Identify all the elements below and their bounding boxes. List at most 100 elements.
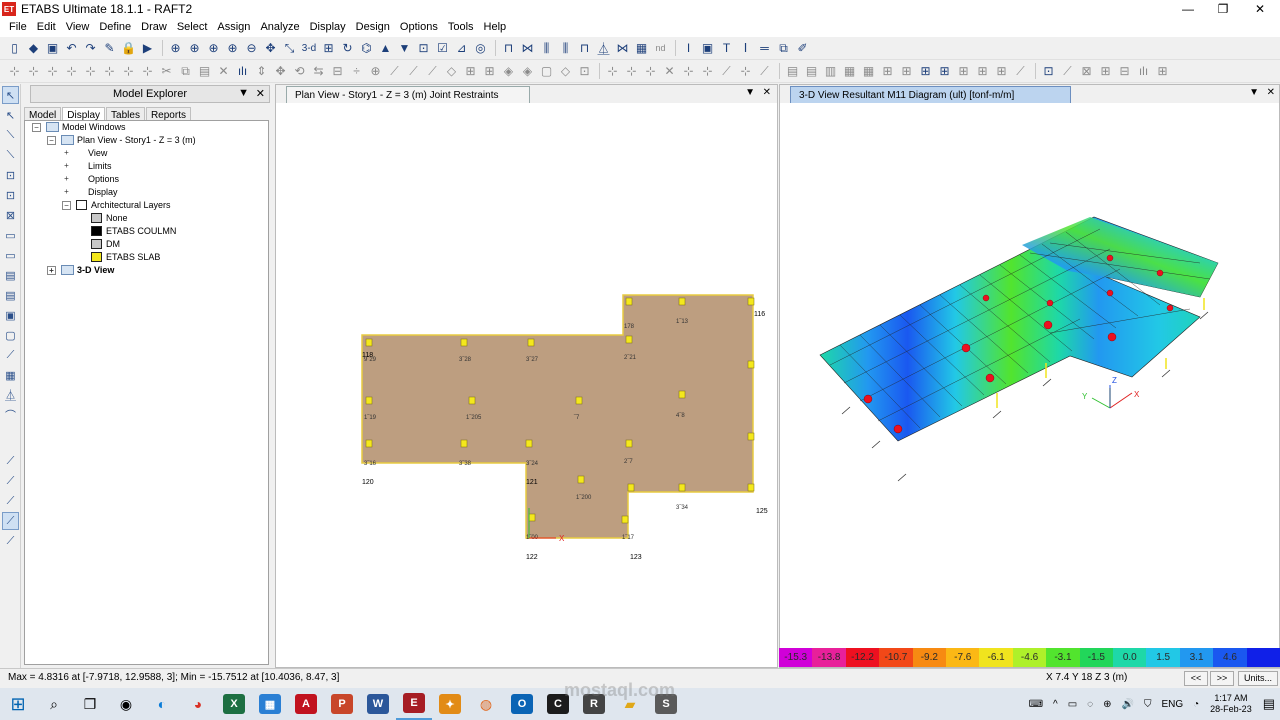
explorer-close-icon[interactable]: ✕ <box>256 87 265 100</box>
tree-node-layer-slab[interactable]: ETABS SLAB <box>91 252 160 262</box>
open-icon[interactable]: ◆ <box>25 40 42 57</box>
extend-icon[interactable]: ⟋ <box>386 63 403 80</box>
run-analysis-icon[interactable]: ▶ <box>139 40 156 57</box>
grid-icon[interactable]: ▦ <box>633 40 650 57</box>
copy-view-icon[interactable]: ⧉ <box>775 40 792 57</box>
draw-floor-tool-icon[interactable]: ▭ <box>2 226 19 244</box>
column-icon[interactable]: ⫼ <box>538 40 555 57</box>
menu-file[interactable]: File <box>4 18 32 37</box>
beam-icon[interactable]: ⫼ <box>557 40 574 57</box>
keyboard-icon[interactable]: ⌨ <box>1029 699 1043 710</box>
area-icon[interactable]: ⊞ <box>481 63 498 80</box>
close-button[interactable]: ✕ <box>1242 0 1278 18</box>
search-icon[interactable]: ⌕ <box>36 688 72 720</box>
save-icon[interactable]: ▣ <box>44 40 61 57</box>
powerpoint-icon[interactable]: P <box>324 688 360 720</box>
collapse-icon[interactable]: − <box>62 200 71 210</box>
snap-mid-icon[interactable]: ⊹ <box>623 63 640 80</box>
menu-tools[interactable]: Tools <box>443 18 479 37</box>
plan-view-window[interactable]: Plan View - Story1 - Z = 3 (m) Joint Res… <box>275 84 778 668</box>
snap-toggle-tool-icon[interactable]: ⟋ <box>2 512 19 530</box>
draw-area-icon[interactable]: ⊹ <box>44 63 61 80</box>
3d-pin-icon[interactable]: ▼ <box>1249 87 1259 98</box>
select-window-icon[interactable]: ⊡ <box>1040 63 1057 80</box>
redo-icon[interactable]: ↷ <box>82 40 99 57</box>
zoom-restore-icon[interactable]: ⊕ <box>186 40 203 57</box>
edge-browser-icon[interactable]: ◐ <box>144 688 180 720</box>
menu-define[interactable]: Define <box>94 18 136 37</box>
trim-icon[interactable]: ⟋ <box>405 63 422 80</box>
word-icon[interactable]: W <box>360 688 396 720</box>
select-intersect-tool-icon[interactable]: ⟋ <box>2 492 19 510</box>
security-icon[interactable]: ⛉ <box>1144 699 1152 710</box>
cut-icon[interactable]: ✂ <box>158 63 175 80</box>
menu-edit[interactable]: Edit <box>32 18 61 37</box>
units-button[interactable]: Units... <box>1238 671 1278 686</box>
wifi-icon[interactable]: ◔ <box>1193 699 1199 710</box>
etabs-taskbar-icon[interactable]: E <box>396 688 432 720</box>
chrome-icon[interactable]: ◕ <box>180 688 216 720</box>
tree-node-limits[interactable]: + Limits <box>62 161 112 171</box>
tree-node-options[interactable]: + Options <box>62 174 119 184</box>
plan-close-icon[interactable]: ✕ <box>763 87 771 98</box>
network-icon[interactable]: ◌ <box>1087 699 1093 710</box>
globe-icon[interactable]: ⊕ <box>1103 699 1111 710</box>
refresh-icon[interactable]: ✎ <box>101 40 118 57</box>
select-all-icon[interactable]: ⊞ <box>1097 63 1114 80</box>
rotate-icon[interactable]: ⟲ <box>291 63 308 80</box>
rotate-view-icon[interactable]: ↻ <box>339 40 356 57</box>
draw-frame-icon[interactable]: ⊹ <box>25 63 42 80</box>
dimension-icon[interactable]: ⇕ <box>253 63 270 80</box>
lock-icon[interactable]: 🔒 <box>120 40 137 57</box>
draw-dimension-tool-icon[interactable]: ⟋ <box>2 346 19 364</box>
draw-wall-stack-tool-icon[interactable]: ▤ <box>2 286 19 304</box>
link-icon[interactable]: ⋈ <box>614 40 631 57</box>
expand-icon[interactable]: + <box>62 161 71 171</box>
clock[interactable]: 1:17 AM 28-Feb-23 <box>1210 693 1252 715</box>
paste-icon[interactable]: ▤ <box>196 63 213 80</box>
select-line-icon[interactable]: ⟋ <box>1059 63 1076 80</box>
mirror-icon[interactable]: ⇆ <box>310 63 327 80</box>
assign-temp-icon[interactable]: ⟋ <box>1012 63 1029 80</box>
assign-diaphragm-icon[interactable]: ⊞ <box>936 63 953 80</box>
menu-help[interactable]: Help <box>479 18 512 37</box>
snap-icon[interactable]: ⊹ <box>604 63 621 80</box>
menu-select[interactable]: Select <box>172 18 213 37</box>
expand-toolbar-icon[interactable]: ⊞ <box>1154 63 1171 80</box>
collapse-icon[interactable]: − <box>47 135 56 145</box>
battery-icon[interactable]: ▭ <box>1068 699 1077 710</box>
check-icon[interactable]: ☑ <box>434 40 451 57</box>
snap-intersect-icon[interactable]: ✕ <box>661 63 678 80</box>
perspective-icon[interactable]: ⌬ <box>358 40 375 57</box>
assign-load-icon[interactable]: ⊞ <box>993 63 1010 80</box>
join-icon[interactable]: ◇ <box>443 63 460 80</box>
move-icon[interactable]: ✥ <box>272 63 289 80</box>
tree-node-3d-view[interactable]: + 3-D View <box>47 265 114 275</box>
assign-slab-icon[interactable]: ▤ <box>784 63 801 80</box>
minimize-button[interactable]: — <box>1170 0 1206 18</box>
explorer-pin-icon[interactable]: ▼ <box>238 87 249 99</box>
tree-node-layer-column[interactable]: ETABS COULMN <box>91 226 176 236</box>
expand-icon[interactable]: + <box>62 187 71 197</box>
measure-tool-icon[interactable]: ⟋ <box>2 532 19 550</box>
expand-icon[interactable]: + <box>62 148 71 158</box>
notifications-icon[interactable]: ▤ <box>1263 696 1275 712</box>
draw-brace-icon[interactable]: ⊹ <box>63 63 80 80</box>
snap-grid-icon[interactable]: ⊹ <box>699 63 716 80</box>
pointer-tool-icon[interactable]: ↖ <box>2 86 19 104</box>
draw-section-cut-tool-icon[interactable]: ⏅ <box>2 386 19 404</box>
extrude-icon[interactable]: ◎ <box>472 40 489 57</box>
offset-icon[interactable]: ⟋ <box>424 63 441 80</box>
draw-grid-tool-icon[interactable]: ▦ <box>2 366 19 384</box>
tree-node-layer-dm[interactable]: DM <box>91 239 120 249</box>
draw-frame-tool-icon[interactable]: ⟍ <box>2 146 19 164</box>
box-icon[interactable]: ⊡ <box>576 63 593 80</box>
select-all-tool-icon[interactable]: ⟋ <box>2 452 19 470</box>
assign-frame-icon[interactable]: ▦ <box>841 63 858 80</box>
object-shrink-icon[interactable]: ⊿ <box>453 40 470 57</box>
menu-assign[interactable]: Assign <box>212 18 255 37</box>
camera-app-icon[interactable]: ◉ <box>108 688 144 720</box>
3d-view-window[interactable]: 3-D View Resultant M11 Diagram (ult) [to… <box>779 84 1280 668</box>
language-indicator[interactable]: ENG <box>1161 699 1183 710</box>
draw-column-tool-icon[interactable]: ⊡ <box>2 166 19 184</box>
